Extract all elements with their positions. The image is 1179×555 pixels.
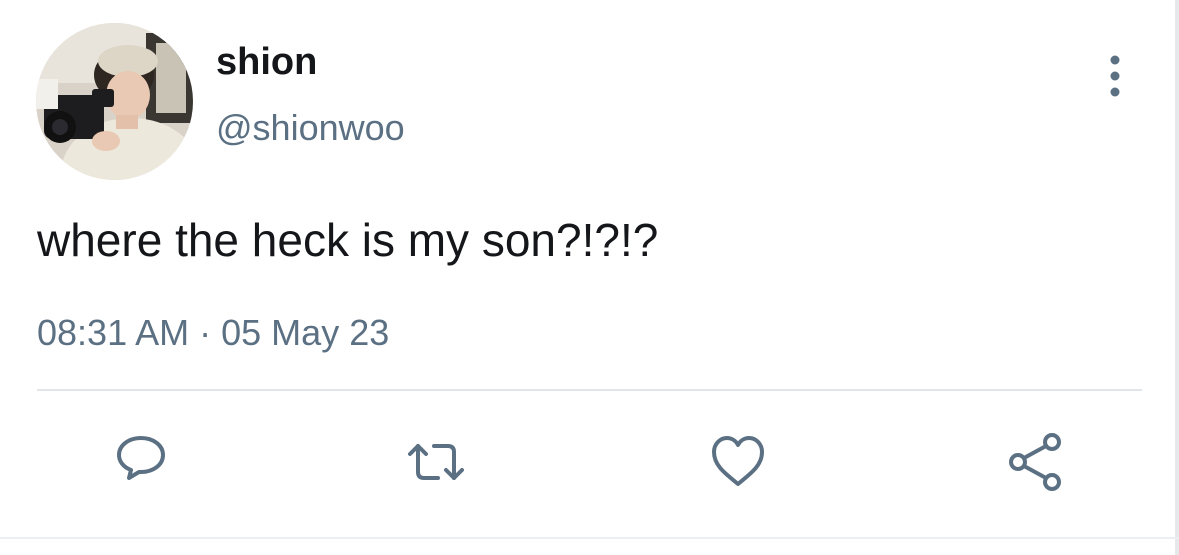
retweet-icon	[408, 444, 464, 480]
divider	[37, 389, 1142, 391]
user-handle[interactable]: @shionwoo	[216, 107, 405, 149]
retweet-button[interactable]	[404, 430, 468, 494]
heart-icon	[712, 436, 764, 486]
tweet-text: where the heck is my son?!?!?	[37, 214, 659, 266]
tweet-card: shion @shionwoo where the heck is my son…	[0, 0, 1179, 555]
share-button[interactable]	[1004, 430, 1068, 494]
reply-button[interactable]	[109, 430, 173, 494]
more-options-button[interactable]	[1097, 54, 1133, 100]
reply-icon	[117, 436, 165, 480]
avatar-photo	[36, 23, 193, 180]
more-vertical-icon	[1110, 55, 1120, 97]
card-edge	[1175, 0, 1179, 555]
avatar[interactable]	[36, 23, 193, 180]
display-name[interactable]: shion	[216, 40, 317, 84]
timestamp-separator: ·	[199, 312, 212, 353]
tweet-timestamp: 08:31 AM · 05 May 23	[37, 312, 389, 354]
tweet-date: 05 May 23	[221, 312, 390, 353]
like-button[interactable]	[706, 430, 770, 494]
share-icon	[1009, 433, 1061, 491]
card-bottom-divider	[0, 537, 1179, 539]
tweet-time: 08:31 AM	[37, 312, 190, 353]
